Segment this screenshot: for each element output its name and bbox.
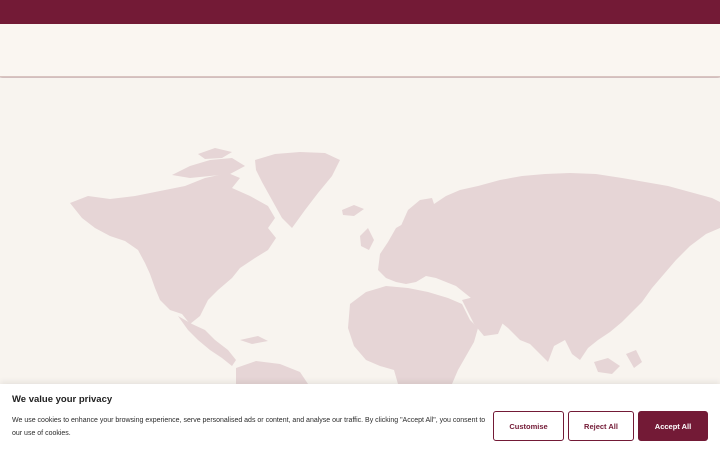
hero-section — [0, 78, 720, 384]
accept-all-button[interactable]: Accept All — [638, 411, 708, 441]
world-map-image — [70, 148, 720, 384]
cookie-banner-title: We value your privacy — [12, 394, 113, 405]
reject-all-button[interactable]: Reject All — [568, 411, 634, 441]
customise-button[interactable]: Customise — [493, 411, 564, 441]
cookie-banner-text: We use cookies to enhance your browsing … — [12, 417, 486, 437]
site-header — [0, 24, 720, 77]
cookie-consent-banner: We value your privacy We use cookies to … — [0, 384, 720, 450]
top-bar — [0, 0, 720, 24]
